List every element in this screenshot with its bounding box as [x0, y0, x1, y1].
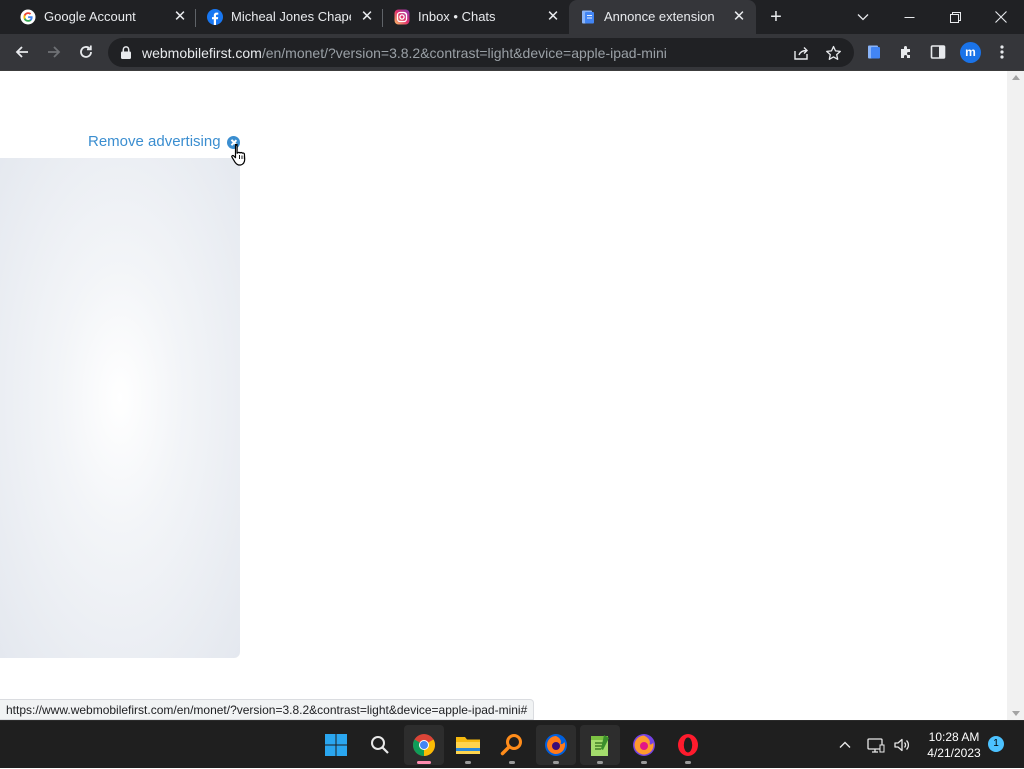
puzzle-icon: [901, 46, 910, 58]
network-icon: [867, 738, 885, 753]
taskbar-firefox[interactable]: [624, 725, 664, 765]
open-indicator: [509, 761, 515, 764]
firefox-dev-icon: [545, 734, 567, 756]
taskbar-chrome[interactable]: [404, 725, 444, 765]
notification-badge[interactable]: 1: [988, 736, 1004, 752]
facebook-icon: [207, 9, 223, 25]
extensions-button[interactable]: [896, 42, 916, 62]
windows-start-icon: [325, 734, 347, 756]
opera-icon: [678, 734, 698, 756]
lock-icon[interactable]: [119, 45, 133, 60]
ad-placeholder-frame: [0, 158, 240, 658]
taskbar-search-button[interactable]: [360, 725, 400, 765]
url-host: webmobilefirst.com: [142, 45, 262, 61]
scroll-down-arrow-icon[interactable]: [1012, 711, 1020, 716]
tab-title: Annonce extension: [604, 9, 715, 24]
taskbar-firefox-dev[interactable]: [536, 725, 576, 765]
document-icon: [582, 10, 594, 24]
side-panel-icon: [930, 45, 946, 59]
close-tab-icon[interactable]: ✕: [359, 9, 375, 25]
close-icon: [995, 11, 1007, 23]
instagram-icon: [394, 9, 410, 25]
chevron-down-icon: [857, 14, 869, 21]
browser-toolbar: webmobilefirst.com/en/monet/?version=3.8…: [0, 34, 1024, 71]
side-panel-button[interactable]: [928, 42, 948, 62]
page-content: Remove advertising: [0, 71, 1007, 720]
star-icon: [825, 45, 841, 60]
tab-instagram[interactable]: Inbox • Chats ✕: [383, 0, 569, 34]
open-indicator: [465, 761, 471, 764]
share-icon: [793, 47, 808, 60]
reload-icon: [80, 45, 92, 58]
taskbar-opera[interactable]: [668, 725, 708, 765]
vertical-scrollbar[interactable]: [1007, 71, 1024, 720]
link-status-bubble: https://www.webmobilefirst.com/en/monet/…: [0, 699, 535, 720]
taskbar-search-app[interactable]: [492, 725, 532, 765]
search-app-icon: [500, 734, 522, 756]
minimize-button[interactable]: [886, 0, 932, 34]
volume-button[interactable]: [890, 721, 914, 769]
firefox-icon: [633, 734, 655, 756]
windows-taskbar: 10:28 AM 4/21/2023: [0, 720, 1024, 768]
arrow-left-icon: [15, 46, 28, 58]
back-button[interactable]: [9, 39, 35, 65]
url-path: /en/monet/?version=3.8.2&contrast=light&…: [261, 45, 667, 61]
hand-pointer-icon: [231, 143, 246, 166]
forward-button[interactable]: [41, 39, 67, 65]
open-indicator: [553, 761, 559, 764]
tab-title: Inbox • Chats: [418, 9, 496, 24]
system-clock[interactable]: 10:28 AM 4/21/2023: [918, 729, 990, 761]
profile-avatar[interactable]: m: [960, 42, 981, 63]
google-icon: [20, 9, 36, 25]
notepad-plus-icon: [591, 735, 609, 756]
open-indicator: [641, 761, 647, 764]
show-hidden-icons-button[interactable]: [834, 721, 856, 769]
tab-strip: Google Account ✕ Micheal Jones Chapel | …: [0, 0, 1024, 34]
taskbar-notepad-plus[interactable]: [580, 725, 620, 765]
extension-annonce-button[interactable]: [864, 42, 884, 62]
close-tab-icon[interactable]: ✕: [545, 9, 561, 25]
tab-title: Micheal Jones Chapel |: [231, 9, 351, 24]
arrow-right-icon: [48, 46, 61, 58]
chevron-up-icon: [839, 741, 851, 748]
reload-button[interactable]: [73, 39, 99, 65]
tab-title: Google Account: [44, 9, 136, 24]
remove-advertising-link[interactable]: Remove advertising: [88, 133, 221, 151]
new-tab-button[interactable]: +: [765, 7, 787, 29]
tab-google-account[interactable]: Google Account ✕: [0, 0, 196, 34]
document-icon: [868, 45, 880, 59]
close-window-button[interactable]: [978, 0, 1024, 34]
tab-facebook[interactable]: Micheal Jones Chapel | ✕: [196, 0, 383, 34]
clock-date: 4/21/2023: [927, 746, 981, 760]
restore-button[interactable]: [932, 0, 978, 34]
clock-time: 10:28 AM: [928, 730, 980, 744]
browser-menu-button[interactable]: [992, 42, 1012, 62]
open-indicator: [685, 761, 691, 764]
active-indicator: [417, 761, 431, 764]
chrome-icon: [413, 734, 435, 756]
close-tab-icon[interactable]: ✕: [731, 9, 747, 25]
bookmark-button[interactable]: [824, 44, 842, 62]
scroll-up-arrow-icon[interactable]: [1012, 75, 1020, 80]
start-button[interactable]: [316, 725, 356, 765]
minimize-icon: [904, 16, 914, 18]
address-bar[interactable]: webmobilefirst.com/en/monet/?version=3.8…: [108, 38, 854, 67]
open-indicator: [597, 761, 603, 764]
share-button[interactable]: [792, 44, 810, 62]
network-button[interactable]: [864, 721, 888, 769]
file-explorer-icon: [456, 737, 480, 754]
url-text[interactable]: webmobilefirst.com/en/monet/?version=3.8…: [142, 45, 667, 61]
taskbar-file-explorer[interactable]: [448, 725, 488, 765]
more-vertical-icon: [1000, 45, 1004, 59]
volume-icon: [894, 738, 909, 752]
tab-annonce-extension[interactable]: Annonce extension ✕: [569, 0, 756, 34]
search-icon: [371, 736, 389, 754]
tab-search-button[interactable]: [840, 0, 886, 34]
restore-icon: [949, 11, 961, 23]
close-tab-icon[interactable]: ✕: [172, 9, 188, 25]
